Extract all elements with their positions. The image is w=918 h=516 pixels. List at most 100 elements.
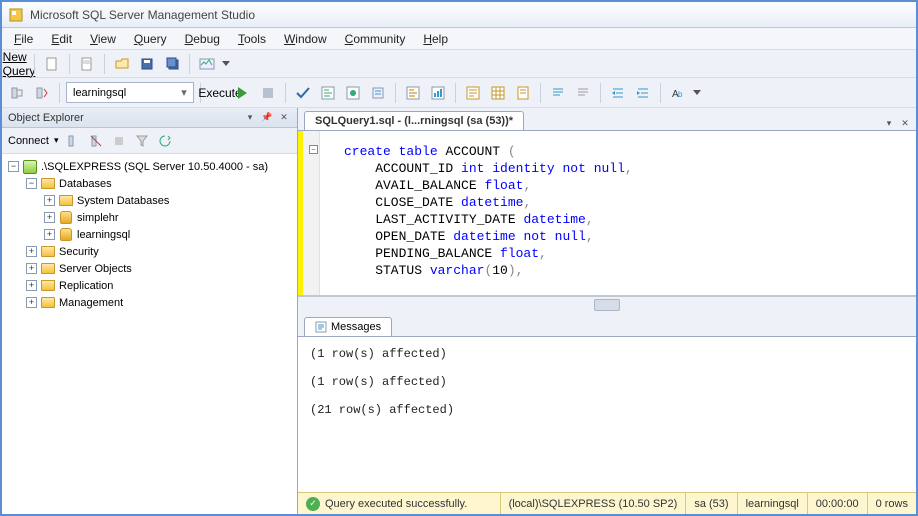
db-label: learningsql (77, 229, 130, 241)
stop-icon[interactable] (110, 132, 128, 150)
new-file-icon[interactable] (41, 53, 63, 75)
menu-window[interactable]: Window (276, 30, 335, 48)
expand-icon[interactable]: + (26, 297, 37, 308)
indent-icon[interactable] (607, 82, 629, 104)
app-icon (8, 7, 24, 23)
server-objects-label: Server Objects (59, 263, 132, 275)
connect-label[interactable]: Connect (8, 135, 49, 147)
menu-edit[interactable]: Edit (43, 30, 80, 48)
close-icon[interactable]: ✕ (277, 111, 291, 125)
horizontal-scrollbar[interactable] (298, 296, 916, 313)
menu-file[interactable]: File (6, 30, 41, 48)
menu-view[interactable]: View (82, 30, 124, 48)
expand-icon[interactable]: + (44, 229, 55, 240)
folder-icon (40, 279, 56, 293)
dropdown-icon[interactable]: ▾ (243, 111, 257, 125)
folder-icon (40, 296, 56, 310)
status-user: sa (53) (685, 493, 736, 514)
open-icon[interactable] (111, 53, 133, 75)
include-plan-icon[interactable] (402, 82, 424, 104)
database-icon (58, 211, 74, 225)
tree-security-node[interactable]: + Security (4, 243, 295, 260)
code-text[interactable]: create table ACCOUNT ( ACCOUNT_ID int id… (320, 131, 916, 295)
results-text-icon[interactable] (462, 82, 484, 104)
object-explorer-panel: Object Explorer ▾ 📌 ✕ Connect ▾ − .\SQLE… (2, 108, 298, 514)
pin-icon[interactable]: 📌 (260, 111, 274, 125)
menu-community[interactable]: Community (337, 30, 414, 48)
tree-management-node[interactable]: + Management (4, 294, 295, 311)
management-label: Management (59, 297, 123, 309)
outline-collapse-icon[interactable]: − (309, 145, 318, 154)
new-project-icon[interactable] (76, 53, 98, 75)
messages-body[interactable]: (1 row(s) affected) (1 row(s) affected) … (298, 337, 916, 492)
replication-label: Replication (59, 280, 113, 292)
tree-replication-node[interactable]: + Replication (4, 277, 295, 294)
server-icon (22, 160, 38, 174)
expand-icon[interactable]: + (26, 263, 37, 274)
specify-values-icon[interactable]: Ab (667, 82, 689, 104)
database-name: learningsql (73, 87, 126, 99)
refresh-icon[interactable] (156, 132, 174, 150)
filter-icon[interactable] (133, 132, 151, 150)
stop-icon[interactable] (257, 82, 279, 104)
estimated-plan-icon[interactable] (317, 82, 339, 104)
tree-server-objects-node[interactable]: + Server Objects (4, 260, 295, 277)
change-connection-icon[interactable] (31, 82, 53, 104)
editor-tabbar: SQLQuery1.sql - (l...rningsql (sa (53))*… (298, 108, 916, 131)
tree-db-simplehr[interactable]: + simplehr (4, 209, 295, 226)
tree-db-learningsql[interactable]: + learningsql (4, 226, 295, 243)
intellisense-icon[interactable] (367, 82, 389, 104)
folder-icon (40, 245, 56, 259)
parse-icon[interactable] (292, 82, 314, 104)
messages-icon (315, 321, 327, 333)
expand-icon[interactable]: + (26, 246, 37, 257)
menubar: File Edit View Query Debug Tools Window … (2, 28, 916, 50)
results-file-icon[interactable] (512, 82, 534, 104)
expand-icon[interactable]: + (44, 212, 55, 223)
dropdown-icon[interactable] (221, 53, 231, 75)
new-query-button[interactable]: New Query (6, 53, 28, 75)
expand-icon[interactable]: + (44, 195, 55, 206)
collapse-icon[interactable]: − (8, 161, 19, 172)
database-selector[interactable]: learningsql ▾ (66, 82, 194, 103)
menu-tools[interactable]: Tools (230, 30, 274, 48)
status-bar: ✓ Query executed successfully. (local)\S… (298, 492, 916, 514)
file-tab[interactable]: SQLQuery1.sql - (l...rningsql (sa (53))* (304, 111, 524, 130)
databases-label: Databases (59, 178, 112, 190)
object-tree[interactable]: − .\SQLEXPRESS (SQL Server 10.50.4000 - … (2, 154, 297, 514)
db-label: simplehr (77, 212, 119, 224)
expand-icon[interactable]: + (26, 280, 37, 291)
results-grid-icon[interactable] (487, 82, 509, 104)
include-stats-icon[interactable] (427, 82, 449, 104)
close-icon[interactable]: ✕ (898, 116, 912, 130)
system-db-label: System Databases (77, 195, 169, 207)
menu-help[interactable]: Help (415, 30, 456, 48)
tree-databases-node[interactable]: − Databases (4, 175, 295, 192)
uncomment-icon[interactable] (572, 82, 594, 104)
code-editor[interactable]: − create table ACCOUNT ( ACCOUNT_ID int … (298, 131, 916, 296)
dropdown-icon[interactable] (692, 82, 702, 104)
menu-query[interactable]: Query (126, 30, 175, 48)
save-all-icon[interactable] (161, 53, 183, 75)
collapse-icon[interactable]: − (26, 178, 37, 189)
editor-margin: − (298, 131, 320, 295)
titlebar: Microsoft SQL Server Management Studio (2, 2, 916, 28)
activity-icon[interactable] (196, 53, 218, 75)
tree-server-node[interactable]: − .\SQLEXPRESS (SQL Server 10.50.4000 - … (4, 158, 295, 175)
debug-icon[interactable] (232, 82, 254, 104)
tree-system-databases-node[interactable]: + System Databases (4, 192, 295, 209)
execute-button[interactable]: Execute (207, 82, 229, 104)
messages-tab[interactable]: Messages (304, 317, 392, 336)
toolbar-main: New Query (2, 50, 916, 78)
connect-icon[interactable] (64, 132, 82, 150)
disconnect-icon[interactable] (87, 132, 105, 150)
outdent-icon[interactable] (632, 82, 654, 104)
menu-debug[interactable]: Debug (177, 30, 228, 48)
chevron-down-icon: ▾ (178, 86, 190, 99)
comment-icon[interactable] (547, 82, 569, 104)
query-options-icon[interactable] (342, 82, 364, 104)
save-icon[interactable] (136, 53, 158, 75)
dropdown-icon[interactable]: ▾ (882, 116, 896, 130)
database-icon (58, 228, 74, 242)
connect-icon[interactable] (6, 82, 28, 104)
